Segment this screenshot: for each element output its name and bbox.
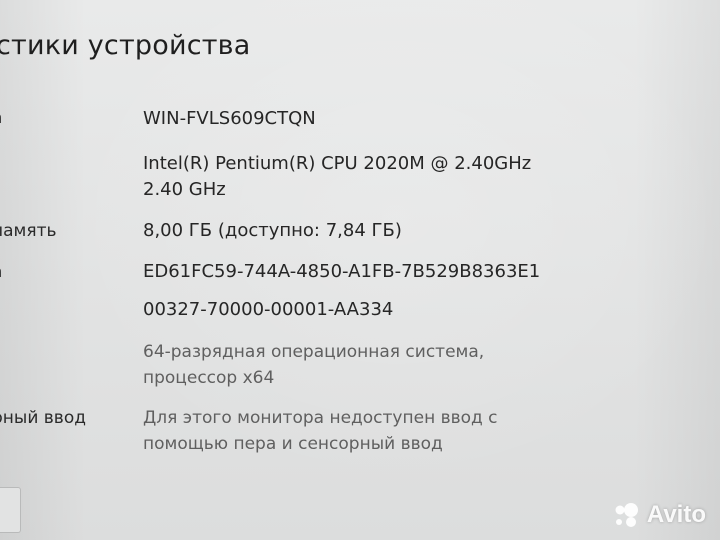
pen-touch-value: Для этого монитора недоступен ввод с пом… — [143, 405, 498, 457]
avito-watermark: Avito — [611, 500, 706, 530]
device-id-value: ED61FC59-744A-4850-A1FB-7B529B8363E1 — [143, 261, 541, 282]
page-title: стики устройства — [0, 30, 251, 61]
avito-logo-icon — [615, 503, 638, 527]
device-id-label: а — [0, 262, 2, 282]
ram-label: память — [0, 221, 57, 241]
product-id-value: 00327-70000-00001-AA334 — [143, 299, 394, 320]
device-name-value: WIN-FVLS609CTQN — [143, 108, 316, 129]
copy-button[interactable] — [0, 487, 21, 533]
system-type-value: 64-разрядная операционная система, проце… — [143, 339, 484, 391]
ram-value: 8,00 ГБ (доступно: 7,84 ГБ) — [143, 220, 402, 241]
device-name-label: а — [0, 108, 2, 128]
pen-touch-label: рный ввод — [0, 408, 86, 428]
pen-touch-line-1: Для этого монитора недоступен ввод с — [143, 408, 498, 428]
system-type-line-1: 64-разрядная операционная система, — [143, 342, 485, 362]
processor-speed: 2.40 GHz — [143, 179, 226, 200]
avito-watermark-text: Avito — [646, 501, 706, 528]
system-type-line-2: процессор x64 — [143, 368, 275, 388]
processor-value: Intel(R) Pentium(R) CPU 2020M @ 2.40GHz … — [143, 151, 531, 203]
pen-touch-line-2: помощью пера и сенсорный ввод — [143, 434, 443, 454]
processor-model: Intel(R) Pentium(R) CPU 2020M @ 2.40GHz — [143, 153, 532, 174]
